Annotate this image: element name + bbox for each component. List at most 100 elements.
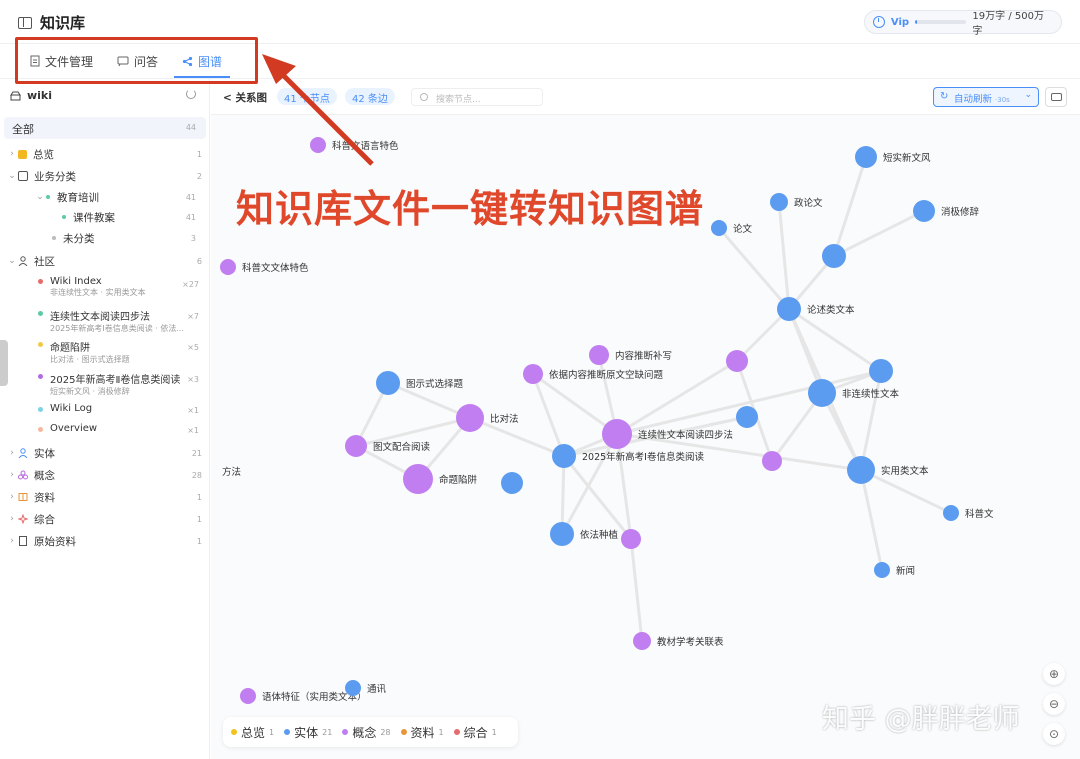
graph-node[interactable]: 方法 (222, 466, 241, 478)
screenshot-button[interactable] (1045, 87, 1067, 107)
community-item[interactable]: 2025年新高考Ⅱ卷信息类阅读 短实新文风 · 消极修辞 (50, 371, 200, 397)
chevron-right-icon: › (10, 470, 14, 480)
graph-node-circle[interactable] (855, 146, 877, 168)
graph-node-circle[interactable] (552, 444, 576, 468)
graph-node-circle[interactable] (376, 371, 400, 395)
graph-node-circle[interactable] (736, 406, 758, 428)
legend-count: 1 (438, 727, 444, 737)
zoom-in-button[interactable]: ⊕ (1043, 663, 1065, 685)
graph-node-circle[interactable] (874, 562, 890, 578)
graph-node[interactable]: 论述类文本 (777, 297, 855, 321)
sidebar-item-education[interactable]: ⌄ 教育培训 41 (34, 188, 206, 206)
graph-node[interactable]: 科普文 (943, 505, 994, 521)
community-item[interactable]: 连续性文本阅读四步法 2025年新高考Ⅰ卷信息类阅读 · 依法... (50, 308, 200, 334)
graph-node[interactable]: 科普文文体特色 (220, 259, 309, 275)
community-item[interactable]: 命题陷阱 比对法 · 图示式选择题 (50, 339, 200, 365)
graph-node[interactable]: 短实新文风 (855, 146, 931, 168)
search-input[interactable]: 搜索节点... (411, 88, 543, 106)
graph-node-circle[interactable] (869, 359, 893, 383)
community-item[interactable]: Overview (50, 423, 200, 434)
refresh-icon: ↻ (940, 91, 949, 102)
legend-count: 28 (380, 727, 391, 737)
sidebar-item-community[interactable]: ⌄ 社区 6 (6, 252, 212, 270)
sidebar-item-count: 44 (185, 123, 196, 132)
graph-node[interactable]: 命题陷阱 (403, 464, 478, 494)
graph-node-circle[interactable] (822, 244, 846, 268)
graph-node[interactable]: 新闻 (874, 562, 915, 578)
fit-view-button[interactable]: ⊙ (1043, 723, 1065, 745)
legend-item[interactable]: 资料 1 (400, 724, 444, 741)
graph-node[interactable] (736, 406, 758, 428)
graph-node[interactable]: 政论文 (770, 193, 823, 211)
graph-node-circle[interactable] (726, 350, 748, 372)
graph-node[interactable]: 论文 (711, 220, 753, 236)
legend-item[interactable]: 概念 28 (342, 724, 391, 741)
graph-node-circle[interactable] (808, 379, 836, 407)
sidebar-item-courseware[interactable]: 课件教案 41 (62, 208, 206, 226)
legend-item[interactable]: 综合 1 (453, 724, 497, 741)
auto-refresh-button[interactable]: ↻ 自动刷新 ·30s ⌄ (933, 87, 1039, 107)
graph-node[interactable] (621, 529, 641, 549)
sidebar-item-synthesis[interactable]: › 综合 1 (6, 510, 212, 528)
graph-node-circle[interactable] (310, 137, 326, 153)
sidebar-collapse-handle[interactable] (0, 340, 8, 386)
graph-node-circle[interactable] (523, 364, 543, 384)
graph-node-circle[interactable] (777, 297, 801, 321)
community-dot (38, 342, 43, 347)
graph-node-circle[interactable] (220, 259, 236, 275)
graph-node[interactable] (822, 244, 846, 268)
legend-item[interactable]: 总览 1 (231, 724, 274, 741)
graph-node[interactable] (869, 359, 893, 383)
graph-node-circle[interactable] (345, 435, 367, 457)
graph-node-label: 消极修辞 (941, 206, 980, 218)
graph-node-circle[interactable] (770, 193, 788, 211)
graph-node[interactable]: 内容推断补写 (589, 345, 672, 365)
graph-node-circle[interactable] (847, 456, 875, 484)
community-item[interactable]: Wiki Index 非连续性文本 · 实用类文本 (50, 276, 200, 298)
graph-node-circle[interactable] (602, 419, 632, 449)
graph-node-circle[interactable] (943, 505, 959, 521)
sidebar-item-raw-materials[interactable]: › 原始资料 1 (6, 532, 212, 550)
graph-node[interactable] (762, 451, 782, 471)
sidebar-item-overview[interactable]: › 总览 1 (6, 145, 212, 163)
graph-title-text: 关系图 (235, 92, 267, 104)
graph-node-circle[interactable] (550, 522, 574, 546)
vip-usage-badge[interactable]: Vip 19万字 / 500万字 (864, 10, 1062, 37)
graph-node-circle[interactable] (711, 220, 727, 236)
graph-node[interactable]: 2025年新高考Ⅰ卷信息类阅读 (552, 444, 704, 468)
graph-node[interactable]: 比对法 (456, 404, 519, 432)
graph-node-circle[interactable] (589, 345, 609, 365)
sidebar-item-entity[interactable]: › 实体 21 (6, 444, 212, 462)
graph-node-circle[interactable] (240, 688, 256, 704)
graph-node[interactable]: 图示式选择题 (376, 371, 464, 395)
sidebar-item-uncategorized[interactable]: 未分类 3 (52, 229, 206, 247)
graph-node-circle[interactable] (762, 451, 782, 471)
graph-node-circle[interactable] (501, 472, 523, 494)
graph-node-circle[interactable] (403, 464, 433, 494)
sidebar-item-all[interactable]: 全部 44 (4, 117, 206, 139)
graph-node[interactable]: 实用类文本 (847, 456, 929, 484)
refresh-icon[interactable] (186, 89, 196, 99)
graph-node-circle[interactable] (633, 632, 651, 650)
graph-node[interactable]: 非连续性文本 (808, 379, 900, 407)
graph-node[interactable]: 教材学考关联表 (633, 632, 724, 650)
zoom-out-button[interactable]: ⊖ (1043, 693, 1065, 715)
graph-node[interactable]: 消极修辞 (913, 200, 980, 222)
graph-node[interactable] (726, 350, 748, 372)
zoom-in-icon: ⊕ (1048, 667, 1060, 681)
sidebar-item-business[interactable]: ⌄ 业务分类 2 (6, 167, 212, 185)
graph-node-circle[interactable] (345, 680, 361, 696)
graph-node-circle[interactable] (913, 200, 935, 222)
community-item[interactable]: Wiki Log (50, 403, 200, 414)
community-title: Wiki Index (50, 276, 102, 287)
graph-node[interactable]: 科普文语言特色 (310, 137, 399, 153)
graph-node[interactable] (501, 472, 523, 494)
category-dot (46, 195, 50, 199)
sidebar-item-materials[interactable]: › 资料 1 (6, 488, 212, 506)
graph-node-circle[interactable] (456, 404, 484, 432)
graph-node[interactable]: 依法种植 (550, 522, 619, 546)
legend-item[interactable]: 实体 21 (284, 724, 332, 741)
legend-dot (231, 729, 237, 735)
sidebar-item-concept[interactable]: › 概念 28 (6, 466, 212, 484)
graph-node-circle[interactable] (621, 529, 641, 549)
